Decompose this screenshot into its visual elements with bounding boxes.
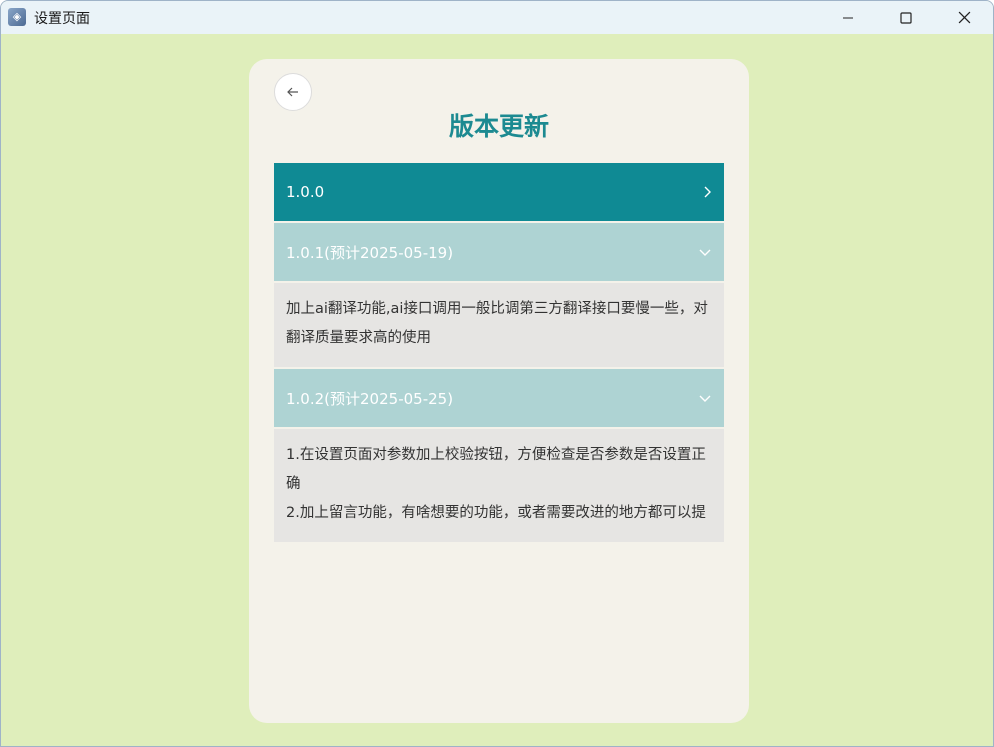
app-window: ◈ 设置页面 版本更新 1.0.0 1.0.1(预计2025-05-19) 加上… (0, 0, 994, 747)
maximize-icon (900, 11, 912, 24)
note-line: 1.在设置页面对参数加上校验按钮，方便检查是否参数是否设置正确 (286, 447, 706, 492)
close-icon (958, 11, 970, 24)
note-line: 2.加上留言功能，有啥想要的功能，或者需要改进的地方都可以提 (286, 505, 706, 521)
version-item-1-0-1[interactable]: 1.0.1(预计2025-05-19) (274, 223, 724, 281)
window-title: 设置页面 (34, 11, 90, 27)
app-icon: ◈ (8, 8, 26, 26)
minimize-button[interactable] (819, 1, 877, 34)
page-title: 版本更新 (448, 112, 549, 141)
version-item-1-0-0[interactable]: 1.0.0 (274, 163, 724, 221)
arrow-left-icon (287, 87, 298, 97)
back-button[interactable] (274, 73, 312, 111)
chevron-right-icon (702, 185, 712, 199)
close-button[interactable] (935, 1, 993, 34)
version-notes: 1.在设置页面对参数加上校验按钮，方便检查是否参数是否设置正确 2.加上留言功能… (274, 429, 724, 542)
maximize-button[interactable] (877, 1, 935, 34)
minimize-icon (843, 17, 853, 18)
version-list: 1.0.0 1.0.1(预计2025-05-19) 加上ai翻译功能,ai接口调… (274, 163, 724, 544)
chevron-down-icon (698, 247, 712, 257)
version-label: 1.0.1(预计2025-05-19) (286, 243, 454, 262)
title-bar: ◈ 设置页面 (1, 1, 993, 34)
version-label: 1.0.2(预计2025-05-25) (286, 389, 454, 408)
settings-card: 版本更新 1.0.0 1.0.1(预计2025-05-19) 加上ai翻译功能,… (249, 59, 749, 723)
version-label: 1.0.0 (286, 183, 325, 201)
chevron-down-icon (698, 393, 712, 403)
note-line: 加上ai翻译功能,ai接口调用一般比调第三方翻译接口要慢一些，对翻译质量要求高的… (286, 301, 708, 346)
version-notes: 加上ai翻译功能,ai接口调用一般比调第三方翻译接口要慢一些，对翻译质量要求高的… (274, 283, 724, 367)
version-item-1-0-2[interactable]: 1.0.2(预计2025-05-25) (274, 369, 724, 427)
